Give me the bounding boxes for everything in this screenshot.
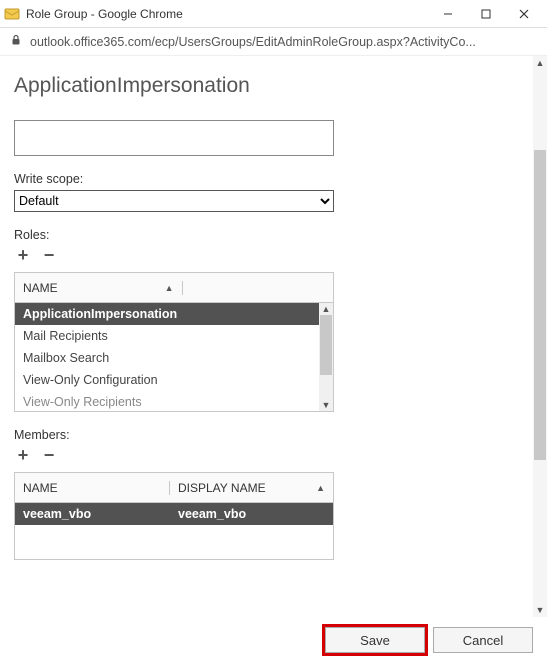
cancel-button-label: Cancel (463, 633, 503, 648)
browser-address-bar[interactable]: outlook.office365.com/ecp/UsersGroups/Ed… (0, 28, 547, 56)
sort-asc-icon: ▲ (316, 483, 325, 493)
roles-row[interactable]: ApplicationImpersonation (15, 303, 319, 325)
roles-row-label: View-Only Configuration (23, 373, 158, 387)
roles-table: NAME ▲ ApplicationImpersonation Mail Rec… (14, 272, 334, 412)
write-scope-label: Write scope: (14, 172, 334, 186)
scroll-down-icon: ▼ (322, 399, 331, 411)
members-row[interactable]: veeam_vbo veeam_vbo (15, 503, 333, 525)
roles-table-body: ApplicationImpersonation Mail Recipients… (15, 303, 333, 411)
roles-remove-button[interactable]: − (40, 246, 58, 264)
members-header-name: NAME (23, 481, 58, 495)
minus-icon: − (44, 245, 55, 266)
members-table: NAME DISPLAY NAME ▲ veeam_vbo veeam_vbo (14, 472, 334, 560)
address-url: outlook.office365.com/ecp/UsersGroups/Ed… (30, 35, 476, 49)
window-title: Role Group - Google Chrome (26, 7, 429, 21)
scroll-down-icon: ▼ (536, 603, 545, 617)
content-pane: ApplicationImpersonation Write scope: De… (0, 56, 547, 617)
minus-icon: − (44, 445, 55, 466)
members-empty-space (15, 525, 333, 559)
app-favicon (4, 6, 20, 22)
page-scrollbar[interactable]: ▲ ▼ (533, 56, 547, 617)
plus-icon: + (18, 245, 29, 266)
sort-asc-icon: ▲ (165, 283, 174, 293)
scroll-up-icon: ▲ (536, 56, 545, 70)
lock-icon (10, 34, 22, 49)
window-minimize-button[interactable] (429, 2, 467, 26)
roles-row-label: Mailbox Search (23, 351, 109, 365)
members-row-name: veeam_vbo (23, 507, 178, 521)
roles-row[interactable]: View-Only Recipients (15, 391, 319, 411)
roles-row[interactable]: Mailbox Search (15, 347, 319, 369)
roles-row[interactable]: View-Only Configuration (15, 369, 319, 391)
roles-row-label: View-Only Recipients (23, 395, 142, 409)
members-table-body: veeam_vbo veeam_vbo (15, 503, 333, 559)
roles-row: Mail Recipients (15, 325, 319, 347)
roles-header-name: NAME (23, 281, 58, 295)
cancel-button[interactable]: Cancel (433, 627, 533, 653)
scrollbar-track[interactable] (533, 70, 547, 603)
plus-icon: + (18, 445, 29, 466)
roles-toolbar: + − (14, 246, 334, 264)
members-toolbar: + − (14, 446, 334, 464)
roles-row-label: Mail Recipients (23, 329, 108, 343)
window-maximize-button[interactable] (467, 2, 505, 26)
scrollbar-thumb[interactable] (534, 150, 546, 460)
scrollbar-thumb[interactable] (320, 315, 332, 375)
roles-table-header[interactable]: NAME ▲ (15, 273, 333, 303)
members-table-header[interactable]: NAME DISPLAY NAME ▲ (15, 473, 333, 503)
roles-label: Roles: (14, 228, 334, 242)
members-header-displayname: DISPLAY NAME (178, 481, 266, 495)
dialog-footer: Save Cancel (325, 627, 533, 653)
save-button[interactable]: Save (325, 627, 425, 653)
save-button-label: Save (360, 633, 390, 648)
roles-scrollbar[interactable]: ▲ ▼ (319, 303, 333, 411)
description-textarea[interactable] (14, 120, 334, 156)
scroll-up-icon: ▲ (322, 303, 331, 315)
window-close-button[interactable] (505, 2, 543, 26)
members-row-display: veeam_vbo (178, 507, 325, 521)
members-add-button[interactable]: + (14, 446, 32, 464)
members-label: Members: (14, 428, 334, 442)
page-title: ApplicationImpersonation (14, 74, 533, 98)
write-scope-select[interactable]: Default (14, 190, 334, 212)
window-titlebar: Role Group - Google Chrome (0, 0, 547, 28)
roles-add-button[interactable]: + (14, 246, 32, 264)
roles-row-label: ApplicationImpersonation (23, 307, 177, 321)
window-controls (429, 2, 543, 26)
members-remove-button[interactable]: − (40, 446, 58, 464)
